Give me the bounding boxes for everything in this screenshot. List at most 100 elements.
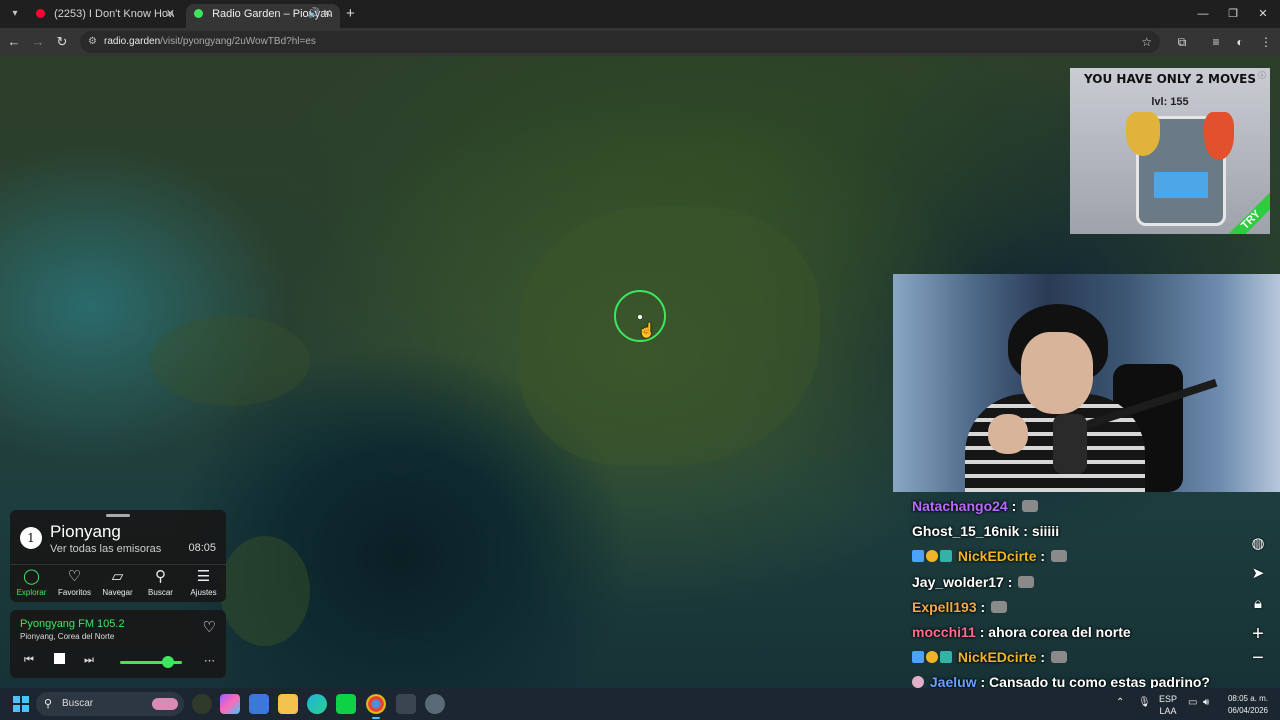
badge-icon <box>940 550 952 563</box>
tab-radio-garden[interactable]: Radio Garden – Pionyang 🔊 ✕ <box>186 4 340 28</box>
microphone-icon[interactable]: 🎙︎ <box>1138 697 1151 708</box>
radio-garden-panel: 1 Pionyang Ver todas las emisoras 08:05 … <box>10 510 226 602</box>
tab-search-chevron-icon[interactable]: ▾ <box>6 5 24 23</box>
tab-youtube[interactable]: (2253) I Don't Know How To Lo... ✕ <box>28 4 183 28</box>
taskbar-search[interactable]: ⚲ Buscar <box>36 692 184 716</box>
favorite-heart-icon[interactable]: ♡ <box>203 618 216 636</box>
store-icon[interactable] <box>249 694 269 714</box>
stop-icon[interactable] <box>54 653 65 664</box>
chat-username: Natachango24 <box>912 498 1008 514</box>
radio-player: Pyongyang FM 105.2 Pionyang, Corea del N… <box>10 610 226 678</box>
lock-icon[interactable]: 🔒︎ <box>1246 592 1270 616</box>
map-land-island <box>220 536 310 646</box>
see-all-stations-link[interactable]: Ver todas las emisoras <box>50 543 161 555</box>
restore-icon[interactable]: ❐ <box>1218 4 1248 24</box>
badge-icon <box>926 550 938 563</box>
youtube-favicon-icon <box>36 9 45 18</box>
streamer-face <box>1021 332 1093 414</box>
globe-icon[interactable]: ◍ <box>1246 532 1270 556</box>
badge-icon <box>912 651 924 664</box>
windows-start-icon[interactable] <box>13 696 29 712</box>
volume-icon[interactable]: 🔊︎ <box>1203 697 1209 708</box>
nav-favoritos[interactable]: ♡ Favoritos <box>53 567 96 599</box>
clock-time: 08:05 a. m. <box>1227 694 1269 703</box>
station-location: Pionyang, Corea del Norte <box>20 632 115 641</box>
badge-icon <box>940 651 952 664</box>
copilot-icon[interactable] <box>220 694 240 714</box>
chat-username: NickEDcirte <box>957 649 1037 666</box>
search-highlight-icon <box>152 698 178 710</box>
emote-icon <box>1018 575 1035 588</box>
reload-icon[interactable]: ↻ <box>52 32 72 52</box>
microphone <box>1053 414 1087 474</box>
site-info-icon[interactable]: ⚙ <box>88 31 97 53</box>
app-icon-widget[interactable] <box>192 694 212 714</box>
more-options-icon[interactable]: ⋯ <box>204 654 215 667</box>
chat-message: Jay_wolder17 : <box>912 570 1252 595</box>
edge-icon[interactable] <box>307 694 327 714</box>
zoom-in-icon[interactable]: + <box>1246 622 1270 646</box>
ad-gold-pile <box>1126 112 1160 156</box>
nav-explorar[interactable]: ◯ Explorar <box>10 567 53 599</box>
media-controls-icon[interactable]: ≡ <box>1206 32 1226 52</box>
address-bar-row: ← → ↻ ⚙ radio.garden/visit/pyongyang/2uW… <box>0 28 1280 56</box>
nav-navegar[interactable]: ▱ Navegar <box>96 567 139 599</box>
chat-text: siiiii <box>1031 523 1060 540</box>
nav-buscar[interactable]: ⚲ Buscar <box>139 567 182 599</box>
speaker-icon[interactable]: 🔊 <box>308 4 320 24</box>
zoom-out-icon[interactable]: − <box>1246 646 1270 670</box>
new-tab-button[interactable]: + <box>346 4 355 24</box>
taskbar-search-placeholder: Buscar <box>62 698 94 709</box>
nav-label: Explorar <box>16 588 47 597</box>
close-tab-icon[interactable]: ✕ <box>323 4 332 24</box>
bookmark-star-icon[interactable]: ☆ <box>1141 31 1152 53</box>
menu-icon: ☰ <box>196 568 211 585</box>
ad-water <box>1154 172 1208 198</box>
profile-avatar-icon[interactable]: ◐ <box>1230 32 1250 52</box>
search-icon: ⚲ <box>155 568 166 585</box>
back-icon[interactable]: ← <box>4 32 24 52</box>
tray-chevron-icon[interactable]: ⌃ <box>1116 697 1124 708</box>
ad-try-button[interactable]: TRY <box>1222 191 1270 234</box>
app-icon-recorder[interactable] <box>425 694 445 714</box>
forward-icon[interactable]: → <box>28 32 48 52</box>
station-name[interactable]: Pyongyang FM 105.2 <box>20 618 125 630</box>
chrome-icon[interactable] <box>366 694 386 719</box>
minimize-icon[interactable]: — <box>1188 4 1218 24</box>
chat-username: Ghost_15_16nik <box>912 523 1020 540</box>
game-advertisement[interactable]: YOU HAVE ONLY 2 MOVES lvl: 155 TRY ⓘ <box>1070 68 1270 234</box>
badge-icon <box>912 550 924 563</box>
url-field[interactable]: ⚙ radio.garden/visit/pyongyang/2uWowTBd?… <box>80 31 1160 53</box>
drag-handle[interactable] <box>106 514 130 517</box>
streamer-hand <box>988 414 1028 454</box>
volume-knob[interactable] <box>162 656 174 668</box>
locate-arrow-icon[interactable]: ➤ <box>1246 562 1270 586</box>
tab-bar: ▾ (2253) I Don't Know How To Lo... ✕ Rad… <box>0 0 1280 28</box>
previous-icon[interactable]: ⏮ <box>24 654 34 667</box>
clock-date: 06/04/2026 <box>1227 706 1269 715</box>
chat-message: Natachango24 : <box>912 494 1252 519</box>
keyboard-layout: LAA <box>1159 706 1177 716</box>
file-explorer-icon[interactable] <box>278 694 298 714</box>
nav-ajustes[interactable]: ☰ Ajustes <box>182 567 225 599</box>
map-land-peninsula <box>150 316 310 406</box>
close-tab-icon[interactable]: ✕ <box>166 4 175 24</box>
browser-menu-icon[interactable]: ⋮ <box>1256 32 1276 52</box>
clock[interactable]: 08:05 a. m. 06/04/2026 <box>1220 693 1276 717</box>
app-icon-x[interactable] <box>396 694 416 714</box>
extensions-icon[interactable]: ⧉ <box>1172 32 1192 52</box>
streamer-webcam <box>893 274 1280 492</box>
url-host: radio.garden <box>104 36 161 47</box>
next-icon[interactable]: ⏭ <box>84 654 94 667</box>
station-count-badge: 1 <box>20 527 42 549</box>
close-window-icon[interactable]: ✕ <box>1248 4 1278 24</box>
kick-icon[interactable] <box>336 694 356 714</box>
badge-icon <box>926 651 938 664</box>
emote-icon <box>1050 651 1067 664</box>
ad-info-icon[interactable]: ⓘ <box>1258 70 1266 81</box>
city-name[interactable]: Pionyang <box>50 522 121 542</box>
network-icon[interactable]: ▭ <box>1188 697 1197 708</box>
radio-nav: ◯ Explorar ♡ Favoritos ▱ Navegar ⚲ Busca… <box>10 564 226 602</box>
station-dot[interactable] <box>638 315 642 319</box>
language-indicator[interactable]: ESP LAA <box>1156 693 1180 717</box>
